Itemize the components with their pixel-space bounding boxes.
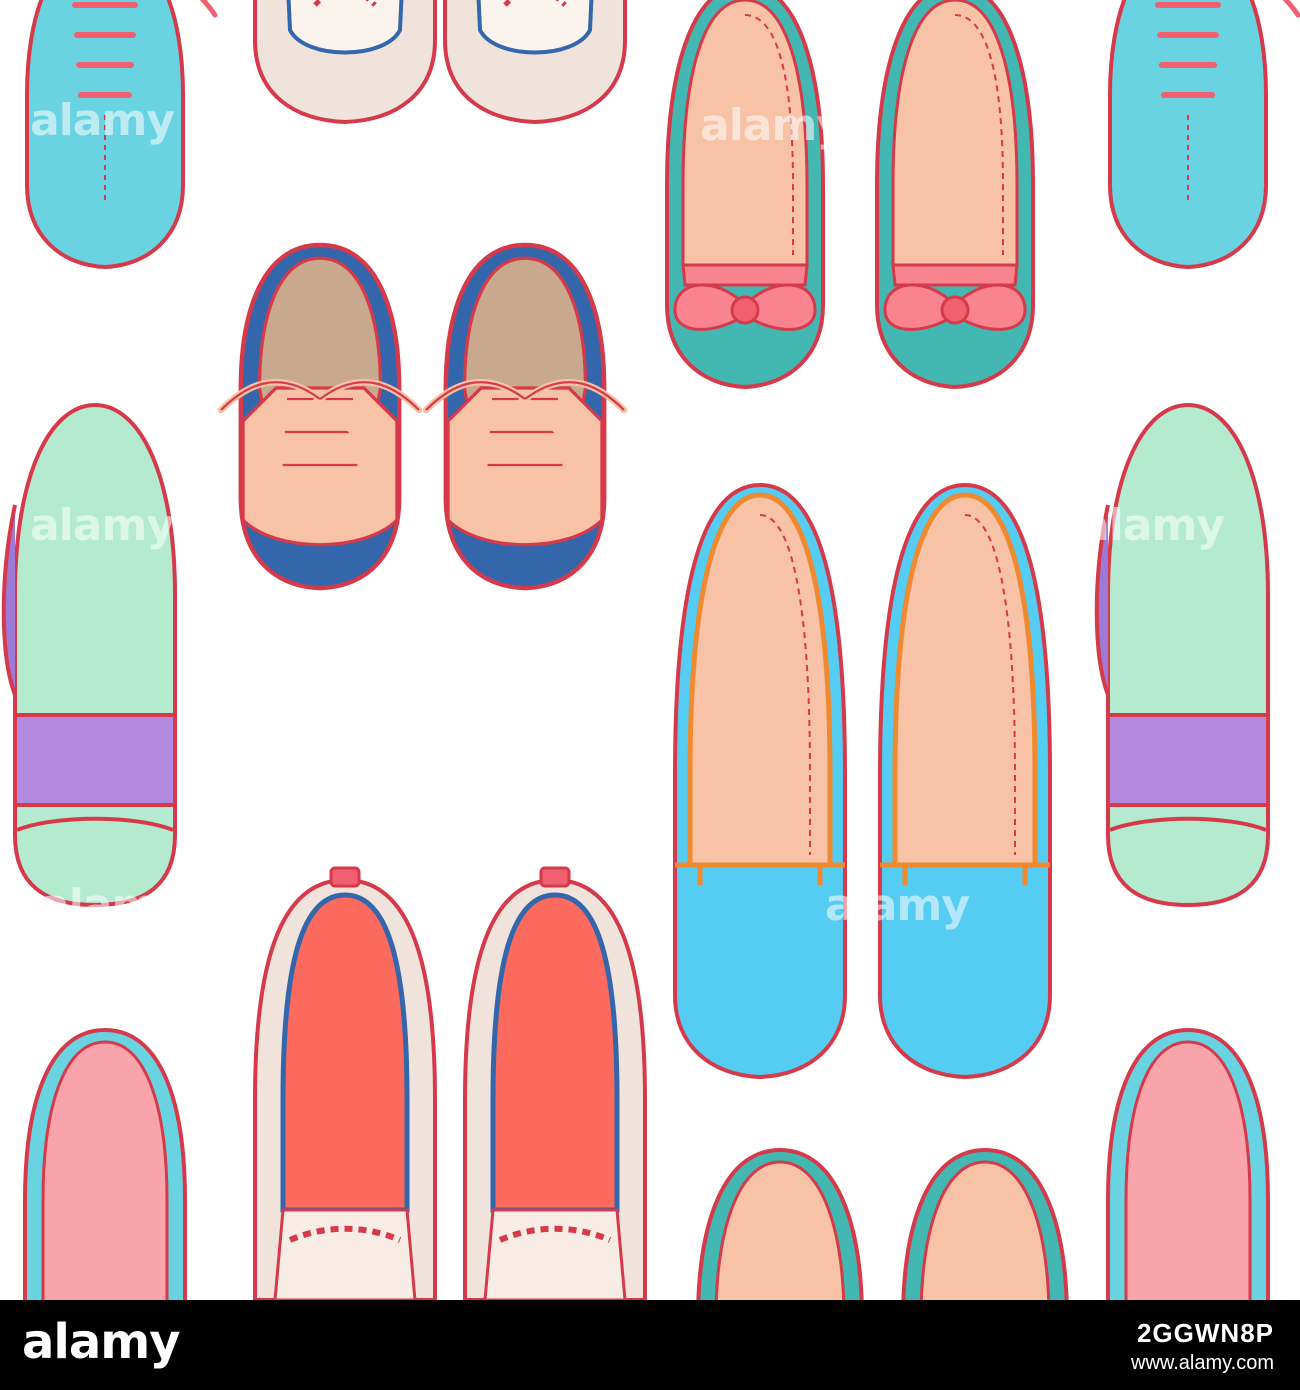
red-moccasins <box>255 868 645 1300</box>
pink-oxford-right-bottom <box>1108 1030 1268 1300</box>
pink-oxford-left-bottom <box>25 1030 185 1300</box>
bow-ballet-flats <box>665 0 1035 389</box>
shoe-pattern-illustration: alamy alamy alamy alamy alamy alamy <box>0 0 1300 1300</box>
mint-sandal-right <box>1094 403 1270 907</box>
image-id-label: 2GGWN8P <box>1136 1318 1274 1348</box>
site-url-link[interactable]: www.alamy.com <box>1131 1352 1274 1375</box>
shoe-pattern-svg <box>1 0 1300 1300</box>
cream-moccasin-pair-top <box>255 0 625 122</box>
sky-blue-loafers <box>675 485 1050 1077</box>
teal-flats-bottom <box>696 1148 1069 1300</box>
turquoise-oxford-right-top <box>1088 0 1298 267</box>
turquoise-oxford-left-top <box>5 0 215 267</box>
mint-sandal-left <box>1 403 177 907</box>
stock-footer-bar: alamy 2GGWN8P www.alamy.com <box>0 1300 1300 1390</box>
navy-peach-oxfords <box>221 245 624 588</box>
brand-logo[interactable]: alamy <box>22 1314 181 1370</box>
